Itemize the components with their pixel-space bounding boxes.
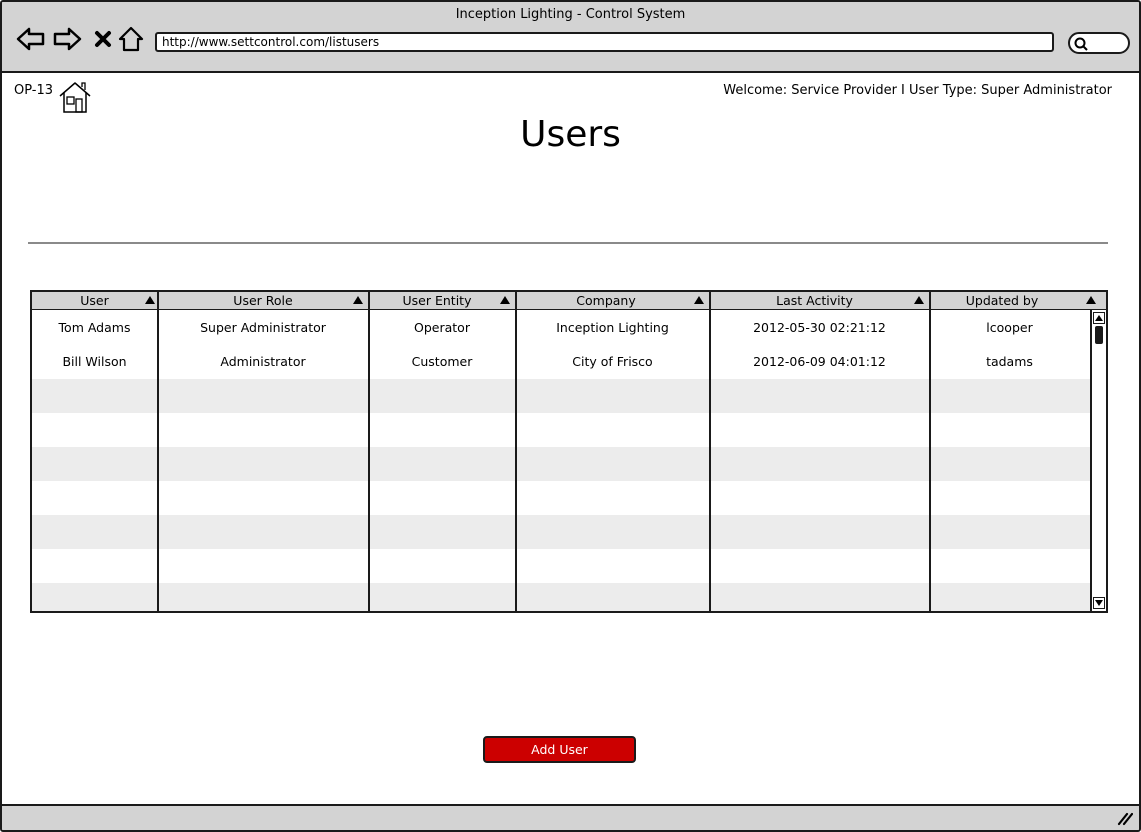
table-header: User User Role User Entity Company Last … (32, 292, 1106, 310)
column-divider (368, 292, 370, 611)
column-header-updated-by[interactable]: Updated by (931, 292, 1073, 310)
cell-last-activity: 2012-05-30 02:21:12 (753, 320, 886, 335)
column-header-label: Company (576, 293, 636, 308)
column-divider (157, 292, 159, 611)
column-header-user[interactable]: User (32, 292, 157, 310)
sort-arrow-icon[interactable] (694, 296, 704, 304)
table-row-empty (32, 583, 1090, 611)
window-title: Inception Lighting - Control System (455, 7, 686, 22)
sort-arrow-icon[interactable] (914, 296, 924, 304)
resize-grip-icon[interactable] (1117, 812, 1133, 826)
column-divider (515, 292, 517, 611)
cell-updated-by: lcooper (986, 320, 1033, 335)
users-table: User User Role User Entity Company Last … (30, 290, 1108, 613)
column-header-user-role[interactable]: User Role (159, 292, 367, 310)
page-id-label: OP-13 (14, 83, 54, 98)
sort-arrow-icon[interactable] (500, 296, 510, 304)
cell-company: City of Frisco (572, 354, 653, 369)
column-header-user-entity[interactable]: User Entity (370, 292, 504, 310)
divider (28, 242, 1108, 244)
cell-user: Tom Adams (58, 320, 131, 335)
column-header-label: User Entity (402, 293, 472, 308)
close-icon[interactable] (88, 24, 118, 54)
column-header-label: User (80, 293, 109, 308)
table-row-empty (32, 413, 1090, 447)
cell-user-entity: Customer (411, 354, 473, 369)
column-header-label: Updated by (965, 293, 1039, 308)
table-row[interactable]: Tom Adams Super Administrator Operator I… (32, 311, 1090, 345)
column-header-label: User Role (233, 293, 293, 308)
sort-arrow-icon[interactable] (1086, 296, 1096, 304)
welcome-text: Welcome: Service Provider I User Type: S… (723, 83, 1112, 98)
home-icon[interactable] (58, 80, 92, 114)
cell-user-role: Administrator (220, 354, 306, 369)
table-row-empty (32, 447, 1090, 481)
cell-user-role: Super Administrator (200, 320, 326, 335)
table-row-empty (32, 481, 1090, 515)
scroll-thumb[interactable] (1095, 326, 1103, 344)
forward-arrow-icon[interactable] (52, 24, 82, 54)
scroll-down-icon[interactable] (1093, 597, 1105, 609)
cell-user: Bill Wilson (62, 354, 127, 369)
sort-arrow-icon[interactable] (353, 296, 363, 304)
cell-last-activity: 2012-06-09 04:01:12 (753, 354, 886, 369)
cell-company: Inception Lighting (556, 320, 669, 335)
browser-search-input[interactable] (1068, 32, 1130, 54)
browser-window: Inception Lighting - Control System http… (0, 0, 1141, 832)
column-header-last-activity[interactable]: Last Activity (711, 292, 918, 310)
table-row-empty (32, 515, 1090, 549)
column-divider (929, 292, 931, 611)
sort-arrow-icon[interactable] (145, 296, 155, 304)
column-divider (709, 292, 711, 611)
url-bar[interactable]: http://www.settcontrol.com/listusers (155, 32, 1054, 52)
column-header-company[interactable]: Company (517, 292, 695, 310)
scroll-up-icon[interactable] (1093, 312, 1105, 324)
search-icon (1074, 37, 1088, 51)
table-row-empty (32, 379, 1090, 413)
cell-updated-by: tadams (986, 354, 1033, 369)
home-icon[interactable] (116, 24, 146, 54)
column-header-label: Last Activity (776, 293, 853, 308)
table-row[interactable]: Bill Wilson Administrator Customer City … (32, 345, 1090, 379)
table-row-empty (32, 549, 1090, 583)
browser-toolbar: Inception Lighting - Control System http… (2, 2, 1139, 73)
vertical-scrollbar[interactable] (1090, 310, 1106, 611)
add-user-button[interactable]: Add User (483, 736, 636, 763)
back-arrow-icon[interactable] (16, 24, 46, 54)
cell-user-entity: Operator (414, 320, 470, 335)
status-bar (2, 804, 1139, 830)
page-title: Users (520, 114, 621, 155)
